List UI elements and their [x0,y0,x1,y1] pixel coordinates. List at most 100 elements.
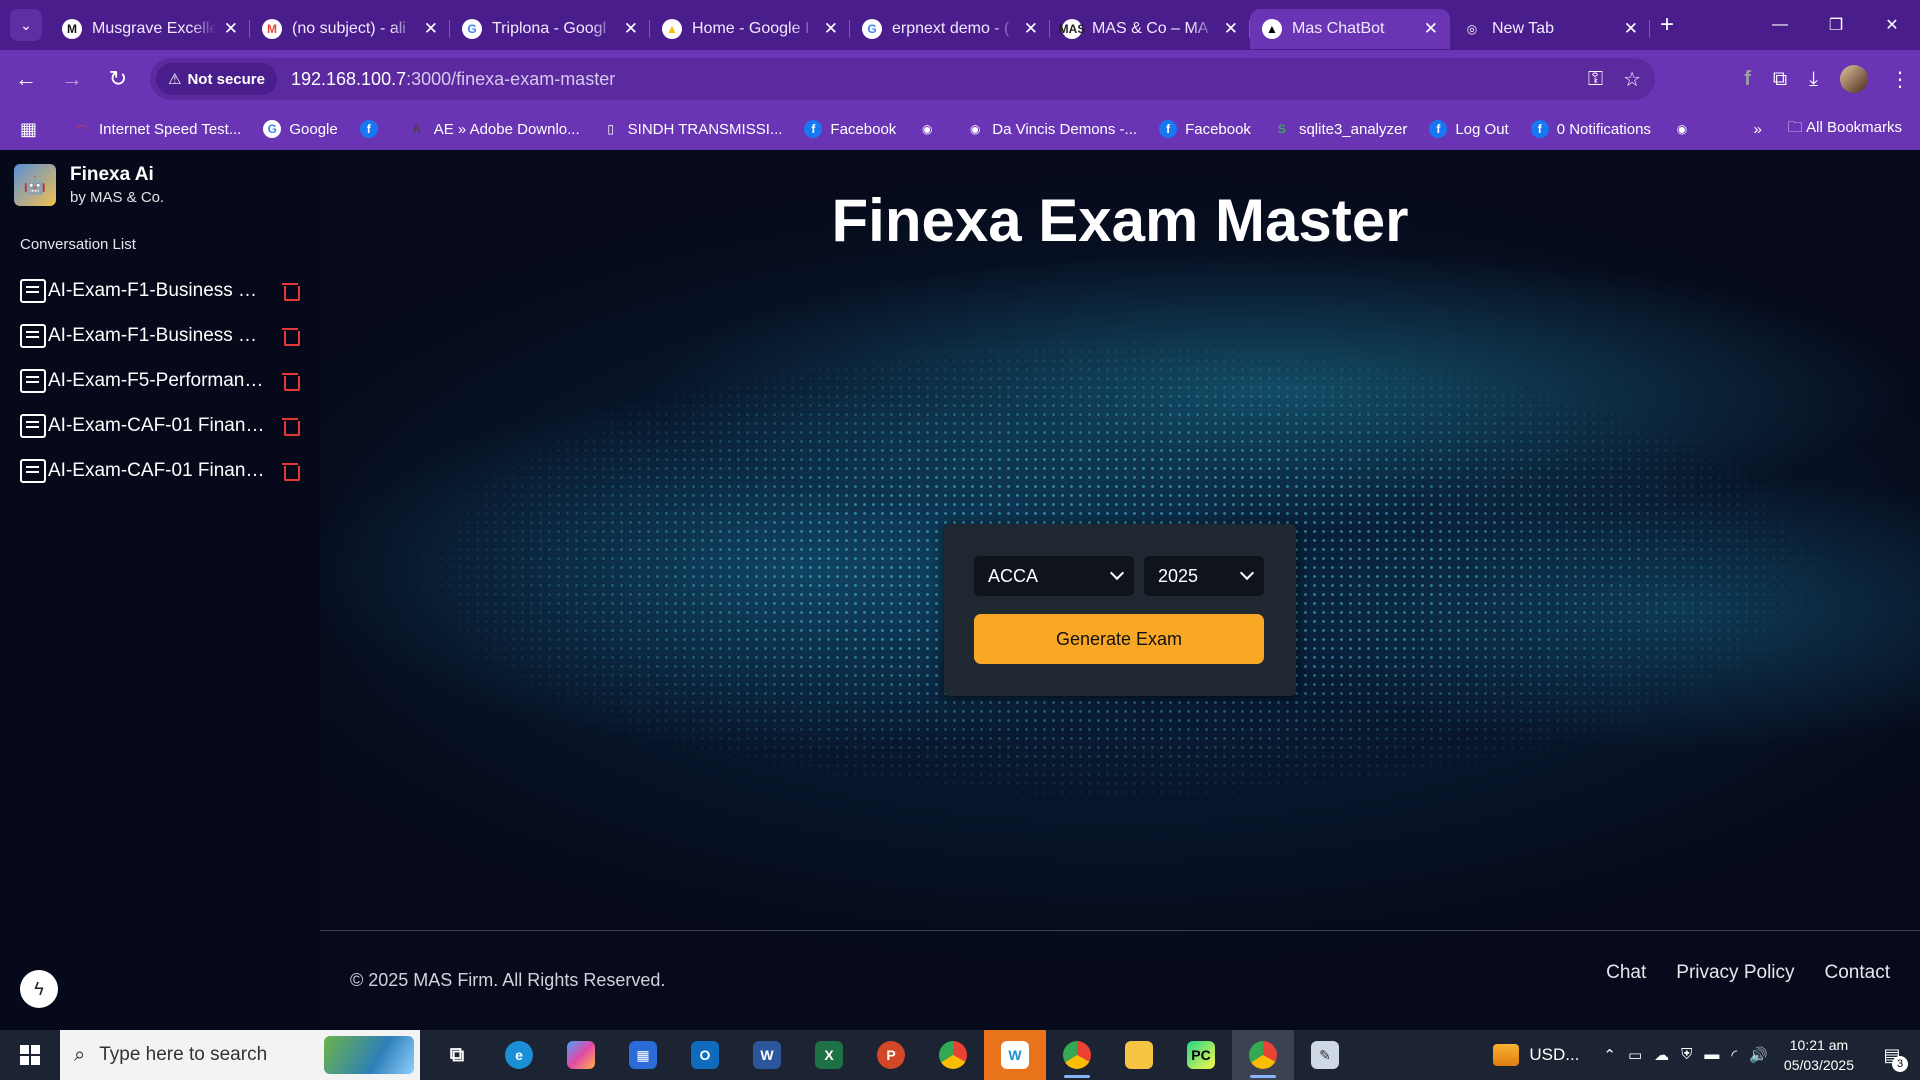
close-window-button[interactable]: ✕ [1864,0,1920,50]
tab-close-icon[interactable]: ✕ [1624,19,1638,39]
store-icon[interactable]: ▦ [612,1030,674,1080]
address-bar[interactable]: ⚠ Not secure 192.168.100.7:3000/finexa-e… [150,58,1655,100]
generate-exam-button[interactable]: Generate Exam [974,614,1264,664]
footer-link-contact[interactable]: Contact [1825,962,1890,984]
new-tab-button[interactable]: + [1660,11,1674,39]
conversation-label[interactable]: AI-Exam-F1-Business an... [48,325,266,347]
footer-link-privacy-policy[interactable]: Privacy Policy [1676,962,1794,984]
chevron-up-icon[interactable]: ⌃ [1603,1046,1616,1064]
excel-icon[interactable]: X [798,1030,860,1080]
footer-link-chat[interactable]: Chat [1606,962,1646,984]
conversation-label[interactable]: AI-Exam-CAF-01 Financi... [48,415,266,437]
notification-center-icon[interactable]: ▤ 3 [1872,1030,1912,1080]
wifi-icon[interactable]: ◜ [1731,1046,1737,1064]
tab-close-icon[interactable]: ✕ [1224,19,1238,39]
exam-year-select[interactable]: 2025 [1144,556,1264,596]
tab-close-icon[interactable]: ✕ [1024,19,1038,39]
forward-button[interactable]: → [52,59,92,99]
reload-button[interactable]: ↻ [98,59,138,99]
delete-icon[interactable] [282,372,300,391]
browser-tab[interactable]: M Musgrave Excelle ✕ [50,9,250,49]
paint-icon[interactable]: ✎ [1294,1030,1356,1080]
delete-icon[interactable] [282,327,300,346]
battery-icon[interactable]: ▬ [1704,1046,1719,1064]
bookmark-item[interactable]: f Facebook [1159,120,1251,138]
edge-icon[interactable]: e [488,1030,550,1080]
delete-icon[interactable] [282,417,300,436]
bookmark-item[interactable]: f Facebook [804,120,896,138]
tab-close-icon[interactable]: ✕ [424,19,438,39]
bookmark-item[interactable]: f [359,120,386,138]
task-view-icon[interactable]: ⧉ [426,1030,488,1080]
tab-close-icon[interactable]: ✕ [824,19,838,39]
clock[interactable]: 10:21 am 05/03/2025 [1784,1035,1854,1075]
conversation-item[interactable]: AI-Exam-CAF-01 Financi... [20,403,302,448]
device-icon[interactable]: ▭ [1628,1046,1642,1064]
profile-avatar[interactable] [1840,65,1868,93]
tab-close-icon[interactable]: ✕ [224,19,238,39]
back-button[interactable]: ← [6,59,46,99]
bookmark-item[interactable]: G Google [263,120,338,138]
bookmark-item[interactable]: ◉ Da Vincis Demons -... [966,120,1137,138]
browser-tab[interactable]: G Triplona - Googl ✕ [450,9,650,49]
taskbar-search[interactable]: ⌕ Type here to search [60,1030,420,1080]
download-icon[interactable]: ⤓ [1809,68,1818,91]
all-bookmarks-button[interactable]: 🗀 All Bookmarks [1788,117,1902,142]
tab-close-icon[interactable]: ✕ [624,19,638,39]
apps-grid-icon[interactable]: ▦ [20,119,37,140]
onedrive-icon[interactable]: ☁ [1654,1046,1669,1064]
bookmark-item[interactable]: f 0 Notifications [1530,120,1651,138]
chrome-icon[interactable] [922,1030,984,1080]
bookmark-item[interactable]: ◉ [918,120,944,138]
browser-tab[interactable]: Gerpnext demo - (✕ [850,9,1050,49]
tab-search-button[interactable]: ⌄ [10,9,42,41]
chrome-active-icon[interactable] [1232,1030,1294,1080]
browser-tab[interactable]: ▲ Home - Google I ✕ [650,9,850,49]
bookmark-item[interactable]: ▯ SINDH TRANSMISSI... [602,120,782,138]
browser-tab[interactable]: M (no subject) - ali ✕ [250,9,450,49]
delete-icon[interactable] [282,282,300,301]
browser-menu-icon[interactable]: ⋮ [1890,67,1910,92]
volume-icon[interactable]: 🔊 [1749,1046,1768,1064]
security-label: Not secure [187,70,265,88]
conversation-item[interactable]: AI-Exam-F1-Business an... [20,268,302,313]
file-explorer-icon[interactable] [1108,1030,1170,1080]
bookmark-item[interactable]: A AE » Adobe Downlo... [408,120,579,138]
restore-button[interactable]: ❐ [1808,0,1864,50]
conversation-item[interactable]: AI-Exam-F1-Business an... [20,313,302,358]
conversation-label[interactable]: AI-Exam-CAF-01 Financi... [48,460,266,482]
browser-tab[interactable]: ◎ New Tab ✕ [1450,9,1650,49]
bookmark-item[interactable]: ◠ Internet Speed Test... [73,120,241,138]
tab-close-icon[interactable]: ✕ [1424,19,1438,39]
outlook-icon[interactable]: O [674,1030,736,1080]
copilot-icon[interactable] [550,1030,612,1080]
password-key-icon[interactable]: ⚿ [1588,68,1603,91]
extensions-icon[interactable]: ⧉ [1773,68,1787,91]
word-icon[interactable]: W [736,1030,798,1080]
delete-icon[interactable] [282,462,300,481]
chrome-profile-icon[interactable] [1046,1030,1108,1080]
facebook-extension-icon[interactable]: f [1744,68,1751,91]
browser-tab[interactable]: ▲ Mas ChatBot ✕ [1250,9,1450,49]
bookmark-item[interactable]: f Log Out [1429,120,1509,138]
writer-icon[interactable]: W [984,1030,1046,1080]
more-bookmarks-icon[interactable]: » [1753,121,1761,138]
start-button[interactable] [0,1030,60,1080]
powerpoint-icon[interactable]: P [860,1030,922,1080]
security-icon[interactable]: ⛨ [1681,1046,1692,1064]
browser-tab[interactable]: MAS MAS & Co – MA ✕ [1050,9,1250,49]
pycharm-icon[interactable]: PC [1170,1030,1232,1080]
conversation-label[interactable]: AI-Exam-F1-Business an... [48,280,266,302]
url-text[interactable]: 192.168.100.7:3000/finexa-exam-master [291,69,615,90]
site-info-button[interactable]: ⚠ Not secure [156,63,277,95]
conversation-label[interactable]: AI-Exam-F5-Performanc... [48,370,266,392]
currency-widget[interactable]: USD... [1493,1044,1579,1066]
minimize-button[interactable]: — [1752,0,1808,50]
conversation-item[interactable]: AI-Exam-CAF-01 Financi... [20,448,302,493]
exam-body-select[interactable]: ACCA [974,556,1134,596]
lightning-icon[interactable]: ϟ [20,970,58,1008]
bookmark-star-icon[interactable]: ☆ [1623,67,1641,92]
bookmark-item[interactable]: Ssqlite3_analyzer [1273,120,1407,138]
conversation-item[interactable]: AI-Exam-F5-Performanc... [20,358,302,403]
bookmark-item[interactable]: ◉ [1673,120,1699,138]
